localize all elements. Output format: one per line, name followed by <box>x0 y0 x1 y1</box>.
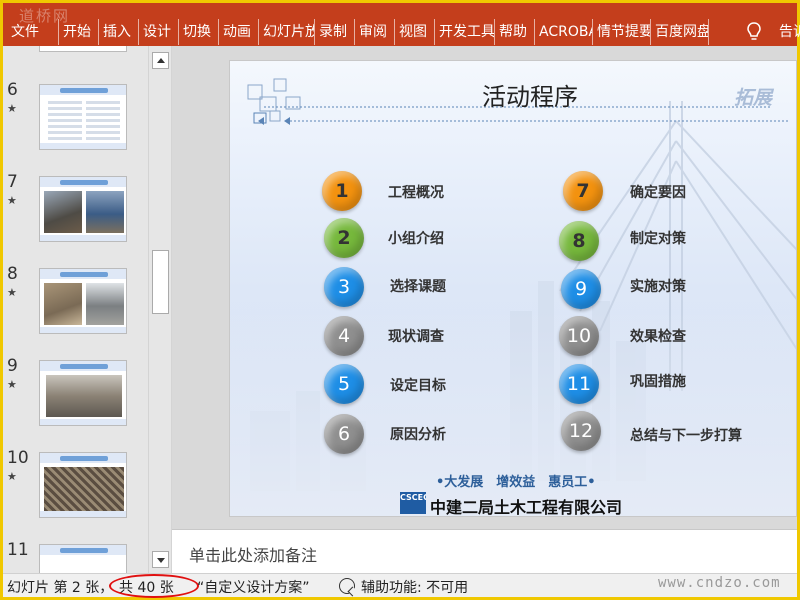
tab-acrobat[interactable]: ACROBAT <box>535 19 593 45</box>
agenda-label-7[interactable]: 确定要因 <box>630 182 686 202</box>
lightbulb-icon[interactable] <box>747 22 761 42</box>
notes-pane[interactable]: 单击此处添加备注 <box>172 529 797 573</box>
agenda-label-11[interactable]: 巩固措施 <box>630 371 686 391</box>
scroll-thumb[interactable] <box>152 250 169 314</box>
agenda-number-8[interactable]: 8 <box>559 221 599 261</box>
agenda-number-5[interactable]: 5 <box>324 364 364 404</box>
slide-position[interactable]: 幻灯片 第 2 张， <box>7 577 113 597</box>
agenda-number-9[interactable]: 9 <box>561 269 601 309</box>
slide-thumbnail-6[interactable] <box>39 84 127 150</box>
accessibility-icon[interactable] <box>339 578 355 594</box>
slide-decorative-text: 拓展 <box>734 87 773 109</box>
agenda-number-6[interactable]: 6 <box>324 414 364 454</box>
tab-file[interactable]: 文件 <box>7 19 59 45</box>
tab-baidu-netdisk[interactable]: 百度网盘 <box>651 19 709 45</box>
agenda-label-9[interactable]: 实施对策 <box>630 276 686 296</box>
animation-star-icon: ★ <box>7 286 17 299</box>
thumbnail-number: 11 <box>7 540 29 560</box>
thumbnail-number: 9 <box>7 356 18 376</box>
tab-insert[interactable]: 插入 <box>99 19 139 45</box>
company-logo: CSCEC <box>400 492 426 514</box>
tab-help[interactable]: 帮助 <box>495 19 535 45</box>
tab-slideshow[interactable]: 幻灯片放映 <box>259 19 315 45</box>
agenda-label-5[interactable]: 设定目标 <box>390 375 446 395</box>
ribbon-tab-bar: 道桥网 文件 开始 插入 设计 切换 动画 幻灯片放映 录制 审阅 视图 开发工… <box>0 0 800 46</box>
tab-design[interactable]: 设计 <box>139 19 179 45</box>
ribbon-tabs: 文件 开始 插入 设计 切换 动画 幻灯片放映 录制 审阅 视图 开发工具 帮助… <box>7 19 709 45</box>
tab-transitions[interactable]: 切换 <box>179 19 219 45</box>
thumbnail-number: 10 <box>7 448 29 468</box>
accessibility-status[interactable]: 辅助功能: 不可用 <box>361 577 468 597</box>
agenda-number-11[interactable]: 11 <box>559 364 599 404</box>
agenda-label-3[interactable]: 选择课题 <box>390 276 446 296</box>
slide-thumbnail-pane: 6 ★ 7 ★ 8 ★ 9 ★ 10 ★ 11 <box>3 46 148 573</box>
tab-view[interactable]: 视图 <box>395 19 435 45</box>
animation-star-icon: ★ <box>7 378 17 391</box>
tell-me-search[interactable]: 告诉我 <box>779 19 800 45</box>
thumbnail-number: 8 <box>7 264 18 284</box>
agenda-number-7[interactable]: 7 <box>563 171 603 211</box>
agenda-label-10[interactable]: 效果检查 <box>630 326 686 346</box>
status-bar: 幻灯片 第 2 张， 共 40 张 “自定义设计方案” 辅助功能: 不可用 ww… <box>3 573 797 598</box>
slide-title[interactable]: 活动程序 <box>475 77 585 112</box>
animation-star-icon: ★ <box>7 470 17 483</box>
slide-thumbnail-7[interactable] <box>39 176 127 242</box>
agenda-number-12[interactable]: 12 <box>561 411 601 451</box>
agenda-label-8[interactable]: 制定对策 <box>630 228 686 248</box>
slide-canvas[interactable]: 活动程序 拓展 1 工程概况 2 小组介绍 3 选择课题 4 现状调查 5 设定… <box>229 60 797 517</box>
scroll-up-button[interactable] <box>152 52 169 69</box>
tab-animations[interactable]: 动画 <box>219 19 259 45</box>
highlight-ellipse <box>109 574 199 598</box>
agenda-label-2[interactable]: 小组介绍 <box>388 228 444 248</box>
site-watermark: www.cndzo.com <box>658 575 781 591</box>
agenda-number-10[interactable]: 10 <box>559 316 599 356</box>
slide-thumbnail-11[interactable] <box>39 544 127 573</box>
slide-thumbnail-9[interactable] <box>39 360 127 426</box>
slogan-text[interactable]: •大发展 增效益 惠员工• <box>436 471 596 490</box>
slide-thumbnail-10[interactable] <box>39 452 127 518</box>
agenda-number-3[interactable]: 3 <box>324 267 364 307</box>
notes-placeholder: 单击此处添加备注 <box>189 546 318 565</box>
scroll-down-button[interactable] <box>152 551 169 568</box>
animation-star-icon: ★ <box>7 194 17 207</box>
agenda-number-2[interactable]: 2 <box>324 218 364 258</box>
thumbnail-number: 6 <box>7 80 18 100</box>
agenda-label-4[interactable]: 现状调查 <box>388 326 444 346</box>
agenda-number-1[interactable]: 1 <box>322 171 362 211</box>
thumbnail-scrollbar[interactable] <box>148 46 172 573</box>
animation-star-icon: ★ <box>7 102 17 115</box>
thumbnail-number: 7 <box>7 172 18 192</box>
tab-home[interactable]: 开始 <box>59 19 99 45</box>
agenda-label-1[interactable]: 工程概况 <box>388 182 444 202</box>
tab-record[interactable]: 录制 <box>315 19 355 45</box>
tab-storyboard[interactable]: 情节提要 <box>593 19 651 45</box>
slide-thumbnail-8[interactable] <box>39 268 127 334</box>
agenda-label-6[interactable]: 原因分析 <box>390 424 446 444</box>
tab-review[interactable]: 审阅 <box>355 19 395 45</box>
agenda-label-12[interactable]: 总结与下一步打算 <box>630 425 742 445</box>
slide-editing-area: 活动程序 拓展 1 工程概况 2 小组介绍 3 选择课题 4 现状调查 5 设定… <box>172 46 797 529</box>
tab-developer[interactable]: 开发工具 <box>435 19 495 45</box>
theme-name: “自定义设计方案” <box>197 580 310 596</box>
slide-thumbnail-5[interactable] <box>39 46 127 52</box>
agenda-number-4[interactable]: 4 <box>324 316 364 356</box>
company-name[interactable]: 中建二局土木工程有限公司 <box>430 494 622 516</box>
